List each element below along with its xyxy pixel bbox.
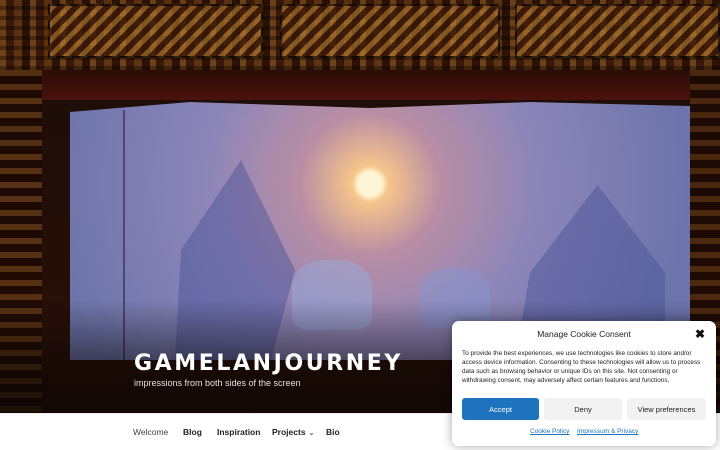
close-icon[interactable]: ✖ [695,327,705,341]
nav-item-projects[interactable]: Projects ⌄ [272,427,314,437]
carved-panel [515,4,720,58]
accept-button[interactable]: Accept [462,398,539,420]
carved-panel [48,4,263,58]
cookie-consent-dialog: Manage Cookie Consent ✖ To provide the b… [452,321,716,446]
site-title[interactable]: GAMELANJOURNEY [134,351,403,376]
nav-item-welcome[interactable]: Welcome [133,427,168,437]
nav-item-blog[interactable]: Blog [183,427,202,437]
deny-button[interactable]: Deny [544,398,622,420]
cookie-policy-link[interactable]: Cookie Policy [530,428,569,435]
nav-item-bio[interactable]: Bio [326,427,340,437]
nav-item-label: Projects [272,427,306,437]
chevron-down-icon: ⌄ [308,430,315,437]
view-preferences-button[interactable]: View preferences [627,398,706,420]
impressum-privacy-link[interactable]: Impressum & Privacy [577,428,638,435]
site-tagline: impressions from both sides of the scree… [134,378,301,388]
nav-item-inspiration[interactable]: Inspiration [217,427,260,437]
carved-panel [280,4,500,58]
cookie-dialog-text: To provide the best experiences, we use … [462,350,701,384]
screen-border [42,70,690,100]
cookie-dialog-title: Manage Cookie Consent [537,329,631,339]
